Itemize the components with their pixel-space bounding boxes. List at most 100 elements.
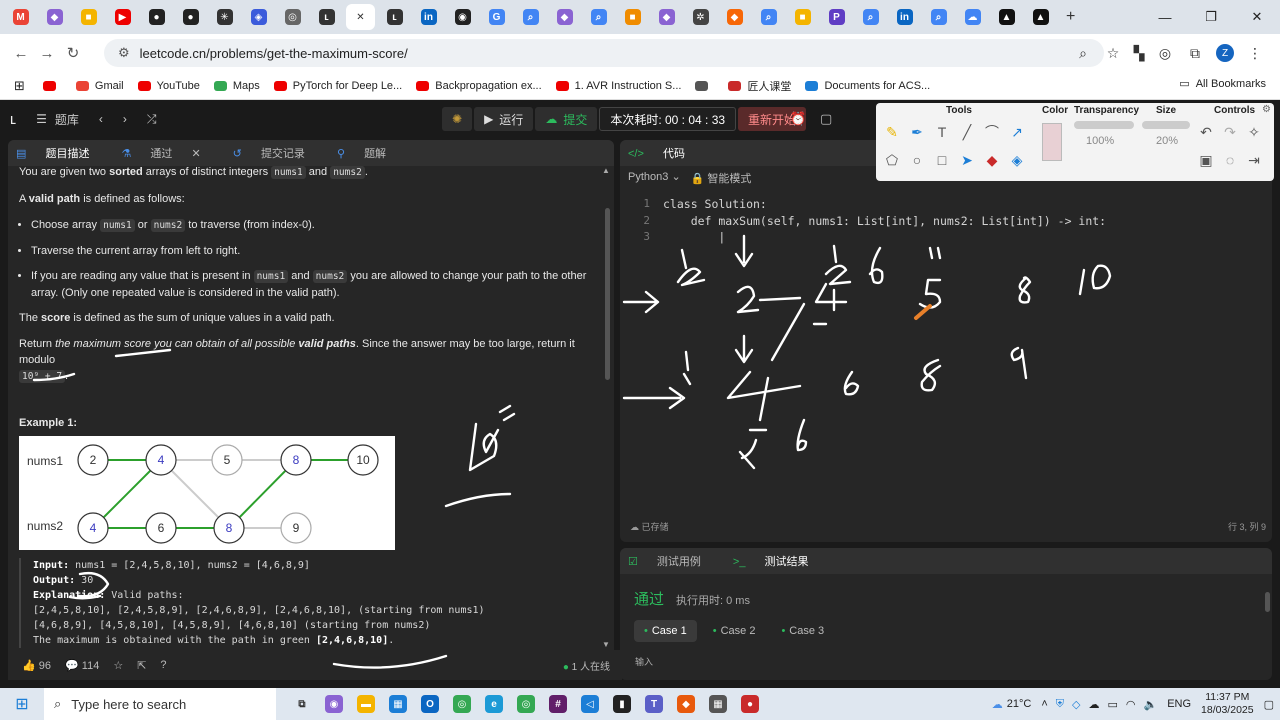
drawn-annotation [468,404,516,472]
search-placeholder: Type here to search [71,696,187,712]
arrow-tool-icon[interactable]: ↗ [1007,122,1027,142]
size-title: Size [1156,105,1177,116]
circle-tool-icon[interactable]: ○ [907,150,927,170]
fill-tool-icon[interactable]: ◈ [1007,150,1027,170]
outlook-icon-glyph: O [421,695,439,713]
case-tab[interactable]: • Case 3 [771,620,834,642]
text-tool-icon[interactable]: T [932,122,952,142]
chrome-icon-glyph: ◎ [453,695,471,713]
chrome-icon[interactable]: ◎ [446,690,478,718]
task-view-icon[interactable]: ⧉ [286,690,318,718]
highlighter-icon[interactable]: ✎ [882,122,902,142]
curve-tool-icon[interactable]: ⌒ [982,122,1002,142]
app-icon-glyph: ▦ [709,695,727,713]
dropbox-icon[interactable]: ◇ [1072,698,1080,711]
redo-icon[interactable]: ↷ [1220,122,1240,142]
tab-test-result-label: 测试结果 [764,556,809,568]
transparency-value: 100% [1086,135,1115,147]
polygon-tool-icon[interactable]: ⬠ [882,150,902,170]
dot-icon: • [712,625,717,637]
drawn-annotation [868,246,884,285]
terminal-icon[interactable]: ▮ [606,690,638,718]
drawn-underline [114,348,172,358]
pointer-tool-icon[interactable]: ➤ [957,150,977,170]
onedrive-icon[interactable]: ☁ [1088,698,1099,711]
tray-chevron-icon[interactable]: ˄ [1041,698,1047,710]
clear-icon[interactable]: ✧ [1244,122,1264,142]
file-explorer-icon-glyph: ▬ [357,695,375,713]
drawn-underline [32,372,76,382]
drawn-annotation [843,370,860,396]
clock-date: 18/03/2025 [1201,704,1254,716]
passed-status: 通过 [634,591,665,608]
outlook-icon[interactable]: O [414,690,446,718]
app-icon[interactable]: ▦ [702,690,734,718]
app-icon-glyph: ● [741,695,759,713]
line-tool-icon[interactable]: ╱ [957,122,977,142]
drawn-arrow [622,386,686,410]
wifi-icon[interactable]: ◠ [1126,698,1136,711]
screenshot-icon[interactable]: ▣ [1196,150,1216,170]
drawn-annotation [812,282,848,326]
tools-title: Tools [946,105,972,116]
store-icon-glyph: ▦ [389,695,407,713]
language-indicator[interactable]: ENG [1167,698,1191,710]
vscode-icon[interactable]: ◁ [574,690,606,718]
windows-start-icon[interactable]: ⊞ [0,690,44,718]
drawn-annotation [920,358,942,392]
result-scrollbar[interactable] [1265,592,1270,612]
test-result-panel: ☑ 测试用例 >_ 测试结果 通过 执行用时: 0 ms • Case 1 • Ca… [620,548,1272,680]
drawn-annotation [676,248,706,287]
drawn-arrow [734,334,754,364]
transparency-slider[interactable] [1074,121,1134,129]
case-tab[interactable]: • Case 1 [634,620,697,642]
tab-testcase[interactable]: ☑ 测试用例 [628,553,717,569]
taskbar-search-box[interactable]: ⌕ Type here to search [44,688,276,720]
store-icon[interactable]: ▦ [382,690,414,718]
size-slider[interactable] [1142,121,1190,129]
drawn-annotation [726,370,802,422]
drawn-line [770,302,806,362]
copilot-icon[interactable]: ◉ [318,690,350,718]
drawn-circle [76,571,110,598]
battery-icon[interactable]: ▭ [1107,698,1117,711]
drawn-annotation [682,350,692,386]
windows-taskbar: ⊞ ⌕ Type here to search ⧉ ◉ ▬ ▦ O ◎ e ◎ # ◁ ▮ T ◆ ▦ ● ☁… [0,688,1280,720]
search-icon: ⌕ [54,696,62,711]
drawn-annotation [824,244,852,286]
volume-icon[interactable]: 🔈 [1143,698,1157,711]
app-icon[interactable]: ● [734,690,766,718]
undo-icon[interactable]: ↶ [1196,122,1216,142]
case-tab[interactable]: • Case 2 [703,620,766,642]
rectangle-tool-icon[interactable]: □ [932,150,952,170]
settings-icon[interactable]: ⚙ [1262,104,1271,115]
dot-icon: • [644,625,648,637]
controls-title: Controls [1214,105,1256,116]
system-tray: ☁ 21°C ˄ ⛨ ◇ ☁ ▭ ◠ 🔈 ENG 11:37 PM 18/03/… [992,688,1274,720]
transparency-title: Transparency [1074,105,1140,116]
case-tabs: • Case 1 • Case 2 • Case 3 [634,620,840,642]
exit-icon[interactable]: ⇥ [1244,150,1264,170]
eraser-icon[interactable]: ◆ [982,150,1002,170]
pen-icon[interactable]: ✒ [907,122,927,142]
app-icon[interactable]: ◆ [670,690,702,718]
color-swatch[interactable] [1042,123,1062,161]
slack-icon[interactable]: # [542,690,574,718]
copilot-icon-glyph: ◉ [325,695,343,713]
color-title: Color [1042,105,1069,116]
clock[interactable]: 11:37 PM 18/03/2025 [1201,691,1254,717]
case-label: Case 1 [651,625,687,637]
hide-icon[interactable]: ◌ [1220,150,1240,170]
drawn-annotation [736,285,802,314]
drawn-arrow [734,234,754,268]
antivirus-icon[interactable]: ⛨ [1056,698,1064,711]
tab-test-result[interactable]: >_ 测试结果 [733,553,825,569]
edge-icon-glyph: e [485,695,503,713]
teams-icon[interactable]: T [638,690,670,718]
chrome-profile-icon[interactable]: ◎ [510,690,542,718]
pen-cursor-icon [914,304,932,320]
notifications-icon[interactable]: ▢ [1264,698,1274,711]
weather-icon[interactable]: ☁ [992,698,1003,711]
edge-icon[interactable]: e [478,690,510,718]
file-explorer-icon[interactable]: ▬ [350,690,382,718]
